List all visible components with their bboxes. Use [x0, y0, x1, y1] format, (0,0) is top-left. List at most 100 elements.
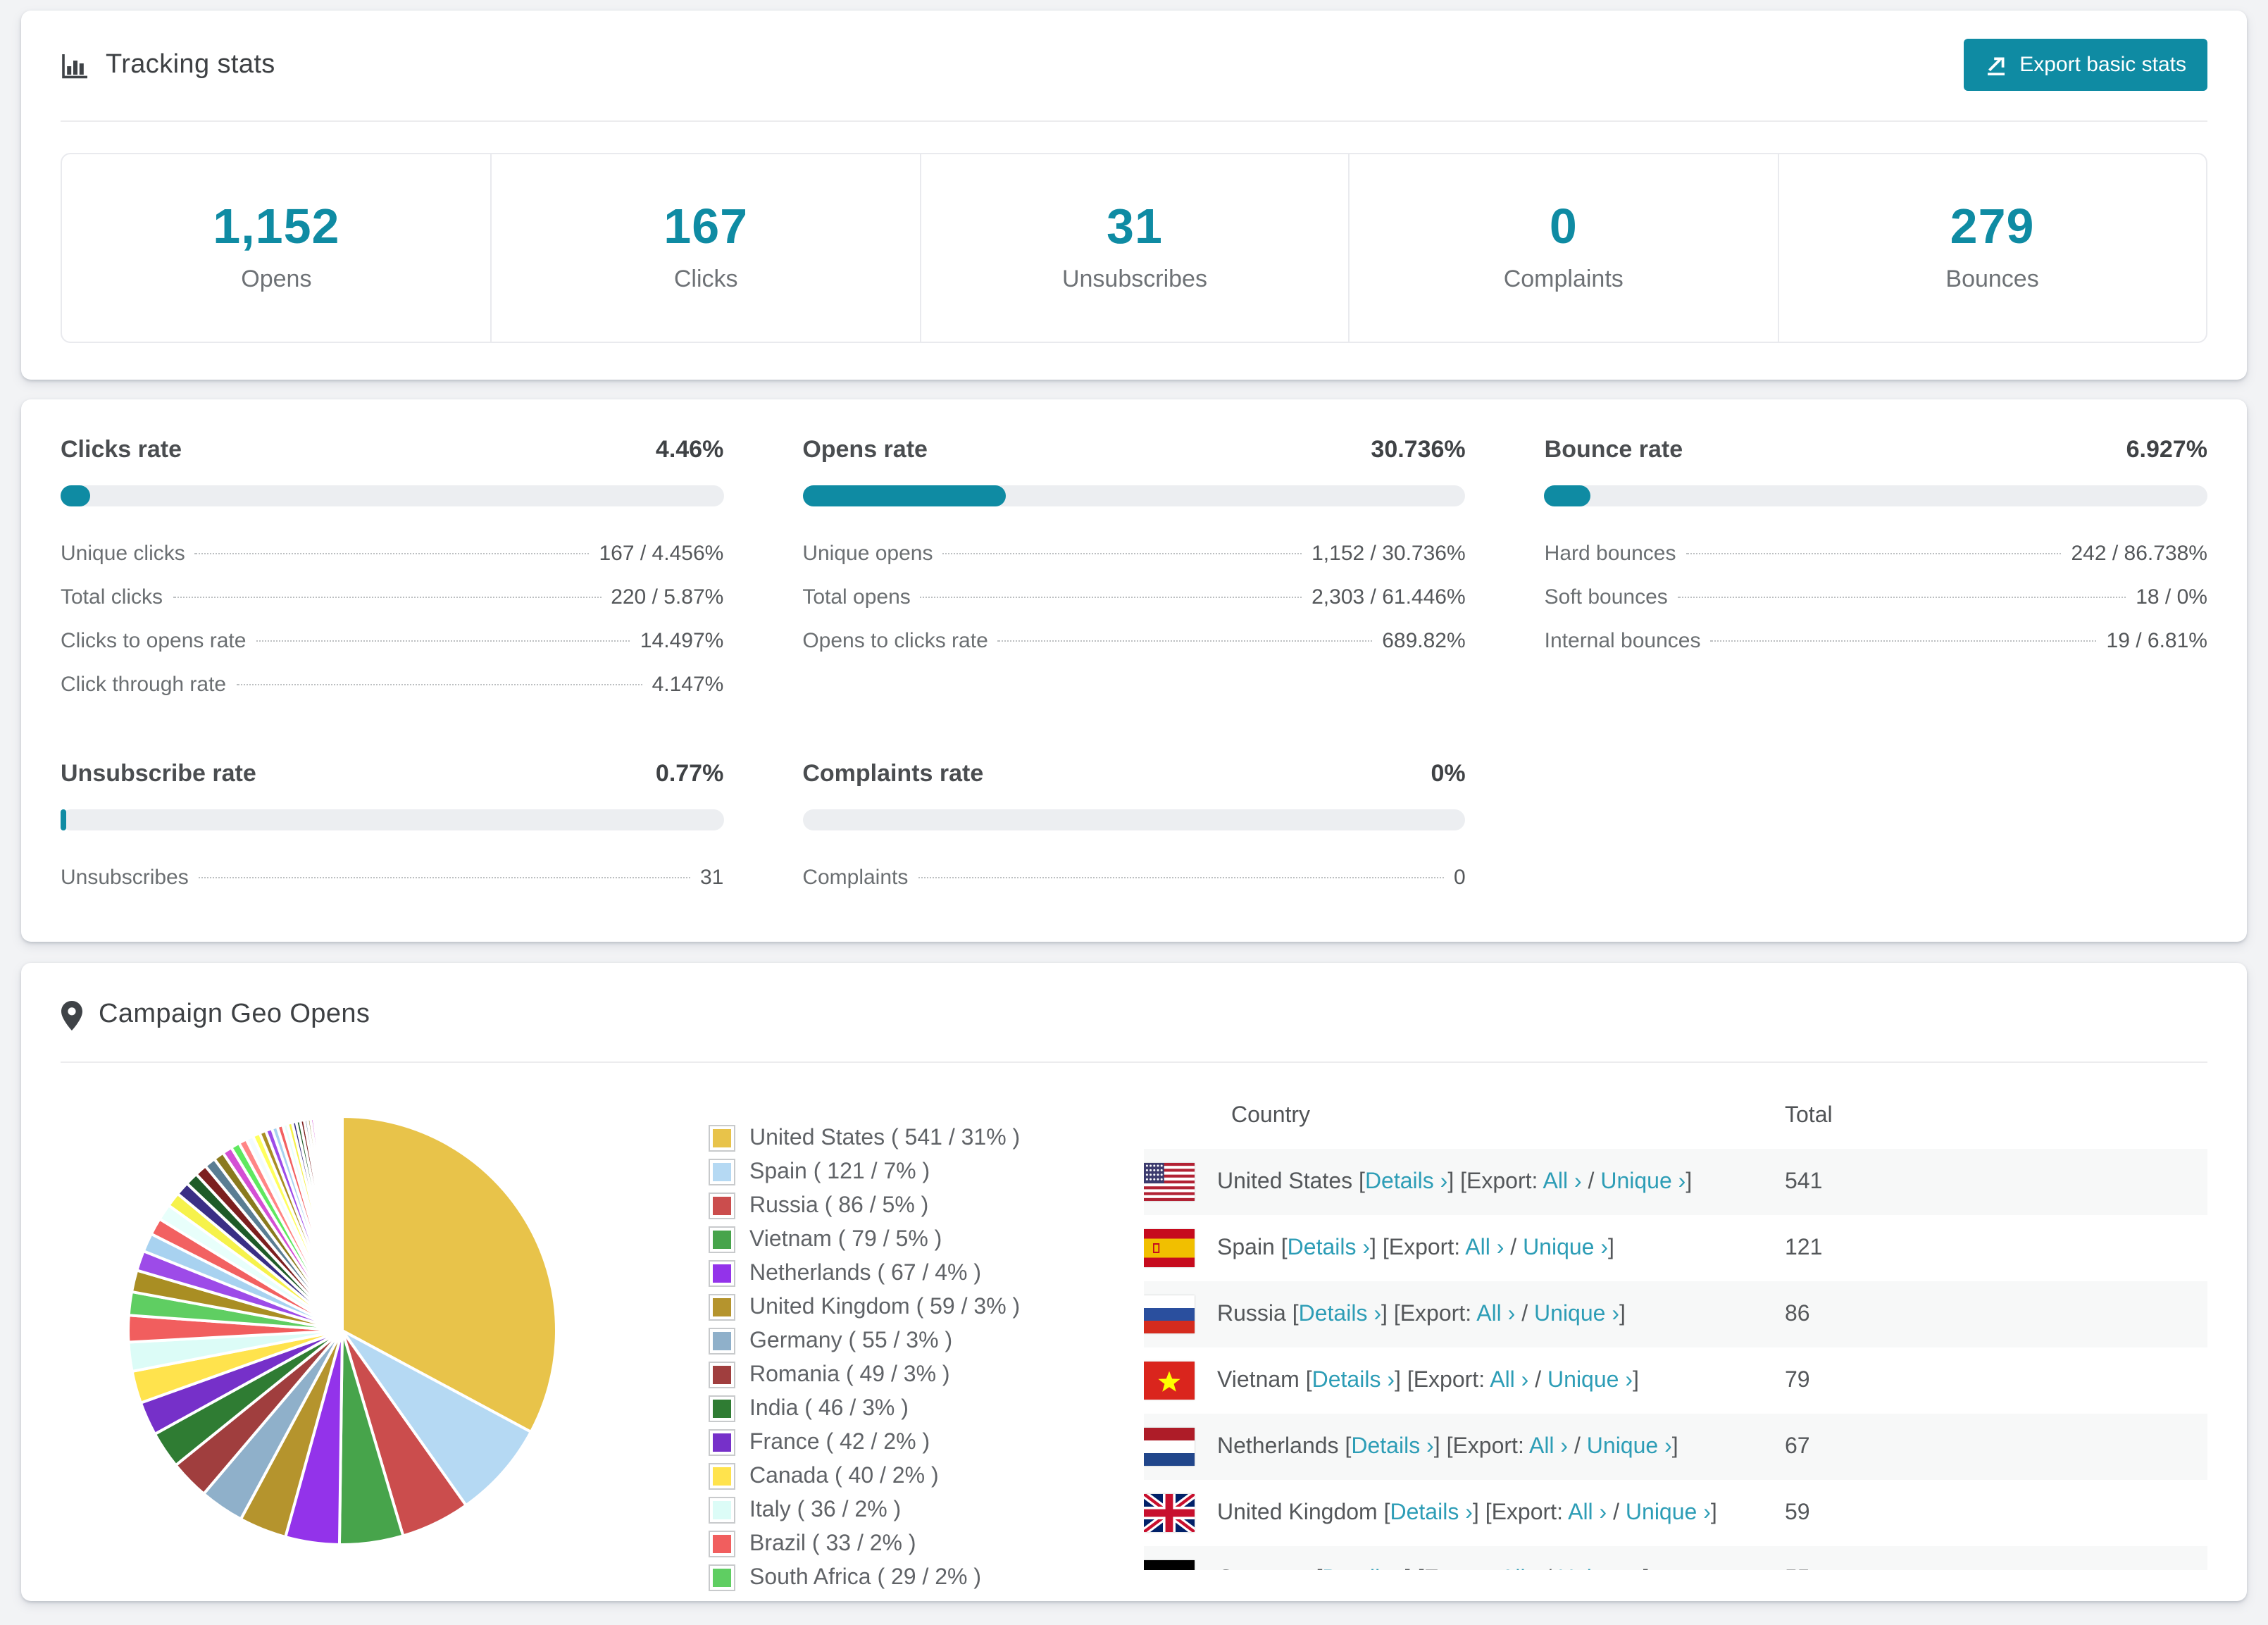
details-link[interactable]: Details ›: [1288, 1235, 1370, 1259]
gb-flag-icon: [1144, 1494, 1195, 1532]
legend-swatch: [709, 1362, 735, 1388]
page-title: Tracking stats: [106, 50, 275, 80]
legend-item-south-africa[interactable]: South Africa ( 29 / 2% ): [709, 1564, 1082, 1591]
details-link[interactable]: Details ›: [1365, 1169, 1447, 1193]
bar-chart-icon: [61, 51, 90, 80]
dotted-leader: [236, 684, 642, 685]
rate-value: 30.736%: [1371, 436, 1466, 463]
legend-item-germany[interactable]: Germany ( 55 / 3% ): [709, 1328, 1082, 1355]
legend-item-netherlands[interactable]: Netherlands ( 67 / 4% ): [709, 1260, 1082, 1287]
summary-stat-opens: 1,152 Opens: [62, 154, 491, 342]
legend-label: France ( 42 / 2% ): [749, 1430, 930, 1454]
export-unique-link[interactable]: Unique ›: [1558, 1567, 1643, 1570]
rate-detail-value: 19 / 6.81%: [2106, 629, 2207, 653]
legend-item-vietnam[interactable]: Vietnam ( 79 / 5% ): [709, 1226, 1082, 1253]
legend-item-united-kingdom[interactable]: United Kingdom ( 59 / 3% ): [709, 1294, 1082, 1321]
export-all-link[interactable]: All ›: [1500, 1567, 1539, 1570]
es-flag-icon: [1144, 1229, 1195, 1267]
rate-detail-row: Unique clicks 167 / 4.456%: [61, 532, 723, 575]
rate-progress-fill: [61, 809, 66, 830]
legend-label: Vietnam ( 79 / 5% ): [749, 1227, 942, 1251]
campaign-geo-opens-card: Campaign Geo Opens United States ( 541 /…: [21, 963, 2247, 1601]
country-name: United Kingdom: [1217, 1500, 1378, 1524]
export-unique-link[interactable]: Unique ›: [1600, 1169, 1686, 1193]
legend-swatch: [709, 1564, 735, 1591]
export-basic-stats-button[interactable]: Export basic stats: [1963, 39, 2207, 91]
export-all-link[interactable]: All ›: [1490, 1368, 1528, 1392]
legend-item-romania[interactable]: Romania ( 49 / 3% ): [709, 1362, 1082, 1388]
rate-progress-track: [61, 485, 724, 506]
legend-label: United States ( 541 / 31% ): [749, 1126, 1021, 1150]
rate-detail-label: Hard bounces: [1544, 542, 1676, 566]
geo-table-row-russia: Russia [Details ›] [Export: All › / Uniq…: [1144, 1281, 2207, 1347]
legend-item-italy[interactable]: Italy ( 36 / 2% ): [709, 1497, 1082, 1524]
export-unique-link[interactable]: Unique ›: [1626, 1500, 1711, 1524]
legend-item-canada[interactable]: Canada ( 40 / 2% ): [709, 1463, 1082, 1490]
country-cell-text: Russia [Details ›] [Export: All › / Uniq…: [1217, 1302, 1626, 1326]
summary-stats: 1,152 Opens 167 Clicks 31 Unsubscribes 0 Co…: [61, 153, 2207, 343]
rate-detail-label: Total clicks: [61, 585, 163, 609]
rate-title: Complaints rate: [802, 760, 984, 787]
export-unique-link[interactable]: Unique ›: [1547, 1368, 1633, 1392]
rate-detail-value: 167 / 4.456%: [599, 542, 724, 566]
rate-detail-label: Soft bounces: [1544, 585, 1668, 609]
rate-detail-label: Internal bounces: [1544, 629, 1701, 653]
rates-card: Clicks rate 4.46% Unique clicks 167 / 4.…: [21, 399, 2247, 942]
rate-detail-value: 220 / 5.87%: [611, 585, 724, 609]
rate-section-unsubscribe-rate: Unsubscribe rate 0.77% Unsubscribes 31: [61, 760, 724, 899]
rate-section-opens-rate: Opens rate 30.736% Unique opens 1,152 / …: [802, 436, 1466, 706]
rate-detail-row: Complaints 0: [802, 856, 1465, 899]
details-link[interactable]: Details ›: [1390, 1500, 1473, 1524]
details-link[interactable]: Details ›: [1322, 1567, 1404, 1570]
summary-stat-bounces: 279 Bounces: [1777, 154, 2206, 342]
stat-label: Opens: [241, 266, 312, 292]
rate-detail-row: Soft bounces 18 / 0%: [1545, 575, 2207, 619]
legend-item-india[interactable]: India ( 46 / 3% ): [709, 1395, 1082, 1422]
geo-table-container: Country Total United States [Details ›] […: [1144, 1083, 2207, 1598]
country-total: 86: [1785, 1302, 1810, 1326]
rate-section-bounce-rate: Bounce rate 6.927% Hard bounces 242 / 86…: [1544, 436, 2207, 706]
details-link[interactable]: Details ›: [1312, 1368, 1395, 1392]
legend-label: Netherlands ( 67 / 4% ): [749, 1261, 982, 1285]
rate-detail-row: Total clicks 220 / 5.87%: [61, 575, 723, 619]
stat-label: Unsubscribes: [1061, 266, 1207, 292]
details-link[interactable]: Details ›: [1351, 1434, 1433, 1458]
rate-section-complaints-rate: Complaints rate 0% Complaints 0: [802, 760, 1466, 899]
rate-detail-value: 4.147%: [652, 673, 724, 697]
geo-legend: United States ( 541 / 31% ) Spain ( 121 …: [652, 1083, 1082, 1598]
legend-item-brazil[interactable]: Brazil ( 33 / 2% ): [709, 1531, 1082, 1557]
export-all-link[interactable]: All ›: [1529, 1434, 1568, 1458]
divider: [61, 1061, 2207, 1063]
legend-swatch: [709, 1125, 735, 1152]
legend-item-france[interactable]: France ( 42 / 2% ): [709, 1429, 1082, 1456]
rate-progress-fill: [61, 485, 90, 506]
geo-table-row-united-kingdom: United Kingdom [Details ›] [Export: All …: [1144, 1480, 2207, 1546]
legend-item-spain[interactable]: Spain ( 121 / 7% ): [709, 1159, 1082, 1185]
export-unique-link[interactable]: Unique ›: [1587, 1434, 1672, 1458]
export-unique-link[interactable]: Unique ›: [1523, 1235, 1608, 1259]
rate-detail-label: Unsubscribes: [61, 866, 189, 890]
export-all-link[interactable]: All ›: [1568, 1500, 1607, 1524]
export-all-link[interactable]: All ›: [1465, 1235, 1504, 1259]
country-name: Netherlands: [1217, 1434, 1339, 1458]
rate-detail-row: Hard bounces 242 / 86.738%: [1545, 532, 2207, 575]
legend-item-united-states[interactable]: United States ( 541 / 31% ): [709, 1125, 1082, 1152]
legend-item-russia[interactable]: Russia ( 86 / 5% ): [709, 1193, 1082, 1219]
country-name: Russia: [1217, 1302, 1286, 1326]
export-unique-link[interactable]: Unique ›: [1534, 1302, 1619, 1326]
export-all-link[interactable]: All ›: [1476, 1302, 1515, 1326]
rates-grid: Clicks rate 4.46% Unique clicks 167 / 4.…: [61, 436, 2207, 899]
rate-progress-fill: [1544, 485, 1590, 506]
legend-label: Italy ( 36 / 2% ): [749, 1498, 902, 1521]
country-total: 59: [1785, 1500, 1810, 1524]
dotted-leader: [920, 597, 1302, 598]
details-link[interactable]: Details ›: [1299, 1302, 1381, 1326]
rate-progress-track: [61, 809, 724, 830]
legend-swatch: [709, 1429, 735, 1456]
rate-head: Unsubscribe rate 0.77%: [61, 760, 723, 788]
export-all-link[interactable]: All ›: [1543, 1169, 1582, 1193]
rate-detail-row: Unique opens 1,152 / 30.736%: [802, 532, 1465, 575]
geo-table-row-vietnam: Vietnam [Details ›] [Export: All › / Uni…: [1144, 1347, 2207, 1414]
legend-swatch: [709, 1260, 735, 1287]
dotted-leader: [194, 553, 590, 554]
